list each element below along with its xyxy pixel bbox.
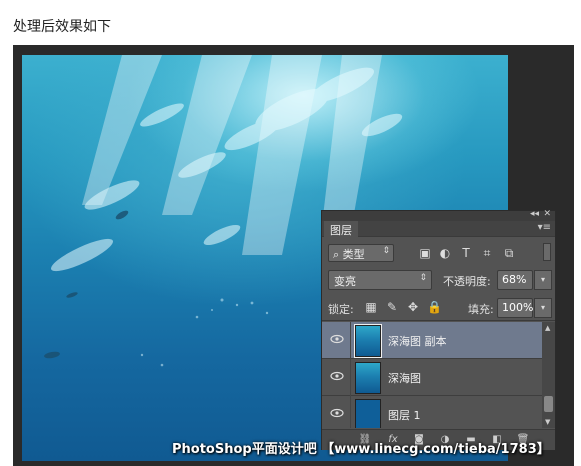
layer-thumbnail (355, 362, 381, 394)
eye-icon[interactable] (330, 371, 344, 381)
tab-layers[interactable]: 图层 (324, 221, 358, 237)
watermark: PhotoShop平面设计吧 【www.linecg.com/tieba/178… (172, 442, 550, 457)
shape-filter-icon[interactable]: ⌗ (480, 246, 494, 260)
blend-row: 变亮 ⇕ 不透明度: 68% ▾ (322, 268, 555, 292)
lock-position-icon[interactable]: ✥ (406, 300, 420, 314)
layer-name: 图层 1 (388, 409, 421, 422)
filter-kind-select[interactable]: ⌕ 类型 ⇕ (328, 244, 394, 262)
filter-row: ⌕ 类型 ⇕ ▣ ◐ T ⌗ ⧉ (322, 241, 555, 265)
opacity-dropdown-button[interactable]: ▾ (534, 270, 552, 290)
divider (350, 396, 351, 428)
layer-row[interactable]: 深海图 副本 (322, 322, 542, 359)
lock-row: 锁定: ▦ ✎ ✥ 🔒 填充: 100% ▾ (322, 295, 555, 321)
layers-scrollbar[interactable]: ▲ ▼ (542, 322, 555, 428)
eye-icon[interactable] (330, 408, 344, 418)
filter-kind-label: 类型 (342, 248, 365, 261)
fill-label: 填充: (468, 303, 494, 316)
layers-list: 深海图 副本 深海图 图层 1 (322, 322, 542, 428)
lock-image-icon[interactable]: ✎ (385, 300, 399, 314)
panel-title-strip: ◂◂ ✕ (322, 209, 555, 221)
eye-icon[interactable] (330, 334, 344, 344)
layer-thumbnail (354, 324, 382, 358)
blend-mode-label: 变亮 (334, 275, 356, 288)
panel-tab-bar: 图层 ▾≡ (322, 221, 555, 237)
layer-name: 深海图 副本 (388, 335, 447, 348)
filter-toggle[interactable] (543, 243, 551, 261)
search-icon: ⌕ (333, 248, 343, 261)
type-filter-icon[interactable]: T (459, 246, 473, 260)
opacity-label: 不透明度: (443, 275, 491, 288)
close-icon[interactable]: ✕ (543, 209, 551, 219)
scrollbar-thumb[interactable] (544, 396, 553, 412)
fill-dropdown-button[interactable]: ▾ (534, 298, 552, 318)
layers-panel: ◂◂ ✕ 图层 ▾≡ ⌕ 类型 ⇕ ▣ ◐ T ⌗ ⧉ 变亮 ⇕ 不透明度: 6… (321, 209, 556, 450)
scroll-down-icon[interactable]: ▼ (545, 418, 550, 426)
lock-label: 锁定: (328, 303, 354, 316)
lock-transparent-icon[interactable]: ▦ (364, 300, 378, 314)
layer-name: 深海图 (388, 372, 421, 385)
divider (350, 322, 351, 359)
smartobject-filter-icon[interactable]: ⧉ (502, 246, 516, 260)
layer-thumbnail (355, 399, 381, 428)
updown-arrow-icon: ⇕ (382, 246, 390, 256)
layer-row[interactable]: 图层 1 (322, 396, 542, 428)
blend-mode-select[interactable]: 变亮 ⇕ (328, 270, 432, 290)
collapse-icon[interactable]: ◂◂ (530, 209, 539, 219)
caption: 处理后效果如下 (13, 19, 111, 35)
divider (350, 359, 351, 396)
panel-menu-icon[interactable]: ▾≡ (538, 222, 551, 233)
layer-row[interactable]: 深海图 (322, 359, 542, 396)
updown-arrow-icon: ⇕ (419, 273, 427, 283)
pixel-filter-icon[interactable]: ▣ (418, 246, 432, 260)
fill-input[interactable]: 100% (497, 298, 533, 318)
opacity-input[interactable]: 68% (497, 270, 533, 290)
lock-all-icon[interactable]: 🔒 (427, 300, 442, 314)
adjustment-filter-icon[interactable]: ◐ (438, 246, 452, 260)
scroll-up-icon[interactable]: ▲ (545, 324, 550, 332)
